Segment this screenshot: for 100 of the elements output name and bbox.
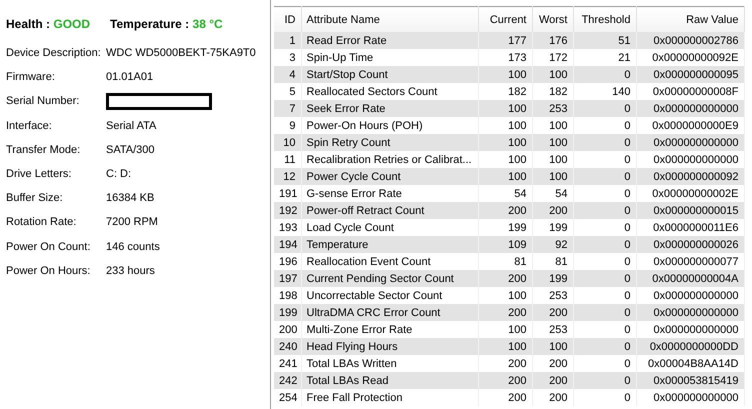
table-cell: Spin Retry Count: [301, 134, 478, 151]
column-header[interactable]: ID: [274, 6, 301, 32]
table-cell: 100: [478, 338, 532, 355]
table-cell: 109: [478, 236, 532, 253]
field-value: 146 counts: [106, 240, 160, 253]
table-cell: UltraDMA CRC Error Count: [301, 304, 478, 321]
table-cell: 0x000000000000: [636, 100, 744, 117]
table-cell: 0x000000000015: [636, 202, 744, 219]
table-cell: Total LBAs Read: [301, 372, 478, 389]
status-value: 38 °C: [192, 17, 223, 31]
field-value: 233 hours: [106, 264, 155, 277]
table-cell: 200: [532, 304, 573, 321]
table-cell: Head Flying Hours: [301, 338, 478, 355]
table-cell: Current Pending Sector Count: [301, 270, 478, 287]
table-cell: 0: [573, 389, 636, 406]
field-value: 01.01A01: [106, 71, 154, 84]
table-cell: 1: [274, 32, 301, 49]
field-label: Buffer Size:: [6, 192, 64, 204]
table-cell: Start/Stop Count: [301, 66, 478, 83]
table-cell: 51: [573, 32, 636, 49]
table-cell: 176: [532, 32, 573, 49]
table-cell: 100: [478, 168, 532, 185]
table-cell: 0: [573, 372, 636, 389]
field-label: Interface:: [6, 120, 53, 132]
table-cell: 194: [274, 236, 301, 253]
table-cell: 0x000053815419: [636, 372, 744, 389]
table-cell: 0: [573, 236, 636, 253]
table-cell: 200: [478, 372, 532, 389]
field-label: Power On Hours:: [6, 264, 92, 277]
table-cell: 0x000000002786: [636, 32, 744, 49]
table-cell: 100: [532, 66, 573, 83]
table-cell: Power-off Retract Count: [301, 202, 478, 219]
field-label: Serial Number:: [6, 95, 80, 108]
table-cell: Free Fall Protection: [301, 389, 478, 406]
table-cell: 12: [274, 168, 301, 185]
table-cell: 92: [532, 236, 573, 253]
table-cell: 192: [274, 202, 301, 219]
table-cell: 0: [573, 202, 636, 219]
field-label: Device Description:: [6, 47, 102, 60]
table-cell: 0x00000000004A: [636, 270, 744, 287]
table-cell: 0x0000000000DD: [636, 338, 744, 355]
field-label: Firmware:: [6, 71, 56, 84]
table-cell: 200: [478, 202, 532, 219]
table-cell: 100: [478, 134, 532, 151]
field-value: SATA/300: [106, 144, 155, 156]
table-cell: 242: [274, 372, 301, 389]
field-label: Transfer Mode:: [6, 144, 82, 156]
table-cell: 0: [573, 134, 636, 151]
column-header[interactable]: Current: [478, 6, 532, 32]
table-cell: 100: [478, 100, 532, 117]
table-cell: 197: [274, 270, 301, 287]
field-label: Rotation Rate:: [6, 216, 78, 228]
table-cell: 100: [532, 168, 573, 185]
table-cell: Power Cycle Count: [301, 168, 478, 185]
field-label: Drive Letters:: [6, 168, 72, 180]
table-cell: 200: [532, 202, 573, 219]
table-cell: 0: [573, 304, 636, 321]
status-label: Health :: [6, 17, 52, 31]
table-cell: 200: [532, 389, 573, 406]
table-cell: 100: [532, 338, 573, 355]
table-cell: 100: [532, 134, 573, 151]
table-cell: 0x000000000000: [636, 304, 744, 321]
table-cell: 200: [478, 389, 532, 406]
table-cell: 200: [478, 304, 532, 321]
field-value: 7200 RPM: [106, 216, 158, 228]
table-cell: 0x000000000000: [636, 134, 744, 151]
column-header[interactable]: Worst: [532, 6, 573, 32]
field-value: WDC WD5000BEKT-75KA9T0: [106, 47, 256, 60]
status-label: Temperature :: [110, 17, 190, 31]
table-cell: 4: [274, 66, 301, 83]
table-cell: 100: [478, 66, 532, 83]
column-header[interactable]: Raw Value: [636, 6, 744, 32]
table-cell: 200: [478, 270, 532, 287]
table-cell: 177: [478, 32, 532, 49]
table-cell: Read Error Rate: [301, 32, 478, 49]
table-cell: 240: [274, 338, 301, 355]
table-cell: Seek Error Rate: [301, 100, 478, 117]
table-cell: 199: [532, 270, 573, 287]
table-cell: 0: [573, 270, 636, 287]
table-cell: 0: [573, 66, 636, 83]
table-cell: 0: [573, 338, 636, 355]
table-cell: 0x000000000095: [636, 66, 744, 83]
table-cell: 253: [532, 100, 573, 117]
table-cell: 0x000000000026: [636, 236, 744, 253]
field-value: Serial ATA: [106, 120, 156, 132]
table-cell: 10: [274, 134, 301, 151]
table-cell: 7: [274, 100, 301, 117]
table-cell: Temperature: [301, 236, 478, 253]
field-label: Power On Count:: [6, 240, 92, 253]
table-cell: 199: [274, 304, 301, 321]
field-value: 16384 KB: [106, 192, 154, 204]
field-value: C: D:: [106, 168, 132, 180]
table-cell: 0: [573, 100, 636, 117]
table-cell: 0x000000000092: [636, 168, 744, 185]
table-cell: 0x000000000000: [636, 389, 744, 406]
column-header[interactable]: Attribute Name: [301, 6, 478, 32]
table-cell: 0: [573, 168, 636, 185]
table-cell: 200: [532, 372, 573, 389]
status-value: GOOD: [53, 17, 90, 31]
column-header[interactable]: Threshold: [573, 6, 636, 32]
